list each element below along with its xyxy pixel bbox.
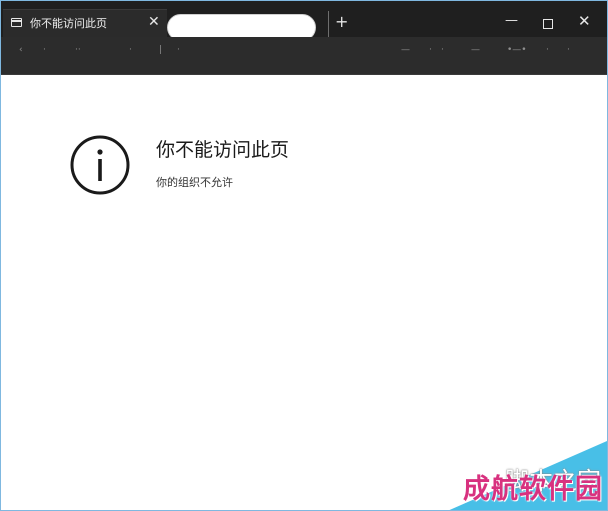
tab-bar: 你不能访问此页 ✕ + — ✕ — [1, 1, 607, 41]
browser-window: 你不能访问此页 ✕ + — ✕ ‹ · ·· · | · — · · — •—•… — [0, 0, 608, 511]
tab-page-icon — [11, 18, 22, 27]
new-tab-button[interactable]: + — [335, 13, 348, 31]
tab-divider — [328, 11, 329, 37]
favorites-hub-icon[interactable]: · — [441, 45, 444, 55]
info-circle-icon — [70, 135, 130, 195]
close-window-button[interactable]: ✕ — [578, 13, 591, 29]
address-bar-icon[interactable]: · — [177, 45, 180, 55]
tab-active[interactable]: 你不能访问此页 ✕ — [3, 9, 167, 37]
address-divider-icon: | — [159, 45, 163, 55]
notes-icon[interactable]: •—• — [507, 45, 527, 55]
page-heading: 你不能访问此页 — [156, 139, 290, 161]
back-icon[interactable]: ‹ — [19, 45, 23, 55]
forward-icon[interactable]: · — [43, 45, 46, 55]
share-icon[interactable]: · — [546, 45, 549, 55]
hub-icon[interactable]: — — [471, 45, 480, 55]
favorite-icon[interactable]: · — [429, 45, 432, 55]
browser-toolbar: ‹ · ·· · | · — · · — •—• · · — [1, 37, 607, 75]
more-icon[interactable]: · — [567, 45, 570, 55]
minimize-button[interactable]: — — [505, 13, 518, 29]
refresh-icon[interactable]: ·· — [75, 45, 81, 55]
maximize-button[interactable] — [543, 19, 553, 29]
reading-view-icon[interactable]: — — [401, 45, 410, 55]
tab-close-button[interactable]: ✕ — [148, 13, 160, 31]
watermark-brand-text: 成航软件园 — [463, 474, 603, 505]
page-content: 你不能访问此页 你的组织不允许 — [1, 75, 607, 510]
page-subtext: 你的组织不允许 — [156, 176, 233, 189]
tab-title: 你不能访问此页 — [30, 17, 107, 30]
home-icon[interactable]: · — [129, 45, 132, 55]
